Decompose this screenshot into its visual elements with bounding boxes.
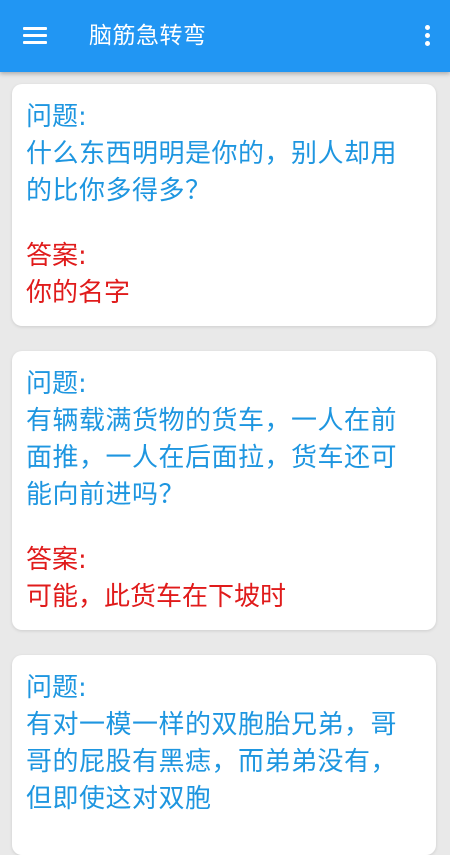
answer-text: 可能，此货车在下坡时 bbox=[26, 582, 287, 612]
question-text: 有对一模一样的双胞胎兄弟，哥哥的屁股有黑痣，而弟弟没有，但即使这对双胞 bbox=[26, 710, 398, 814]
overflow-dot bbox=[425, 33, 430, 38]
app-title: 脑筋急转弯 bbox=[89, 23, 207, 49]
menu-bar-line bbox=[23, 34, 47, 37]
answer-label: 答案: bbox=[26, 545, 87, 575]
question-text: 有辆载满货物的货车，一人在前面推，一人在后面拉，货车还可能向前进吗？ bbox=[26, 406, 398, 510]
overflow-dot bbox=[425, 41, 430, 46]
riddle-card[interactable]: 问题: 什么东西明明是你的，别人却用的比你多得多？ 答案: 你的名字 bbox=[12, 84, 436, 326]
question-text: 什么东西明明是你的，别人却用的比你多得多？ bbox=[26, 139, 398, 206]
question-label: 问题: bbox=[26, 369, 87, 399]
riddle-card[interactable]: 问题: 有辆载满货物的货车，一人在前面推，一人在后面拉，货车还可能向前进吗？ 答… bbox=[12, 351, 436, 630]
overflow-dot bbox=[425, 25, 430, 30]
question-label: 问题: bbox=[26, 102, 87, 132]
app-bar: 脑筋急转弯 bbox=[0, 0, 450, 72]
question-label: 问题: bbox=[26, 673, 87, 703]
answer-label: 答案: bbox=[26, 241, 87, 271]
hamburger-menu-icon[interactable] bbox=[14, 18, 54, 54]
riddle-card[interactable]: 问题: 有对一模一样的双胞胎兄弟，哥哥的屁股有黑痣，而弟弟没有，但即使这对双胞 bbox=[12, 655, 436, 855]
menu-bar-line bbox=[23, 41, 47, 44]
answer-text: 你的名字 bbox=[26, 278, 131, 308]
more-vert-icon[interactable] bbox=[416, 18, 438, 54]
menu-bar-line bbox=[23, 27, 47, 30]
